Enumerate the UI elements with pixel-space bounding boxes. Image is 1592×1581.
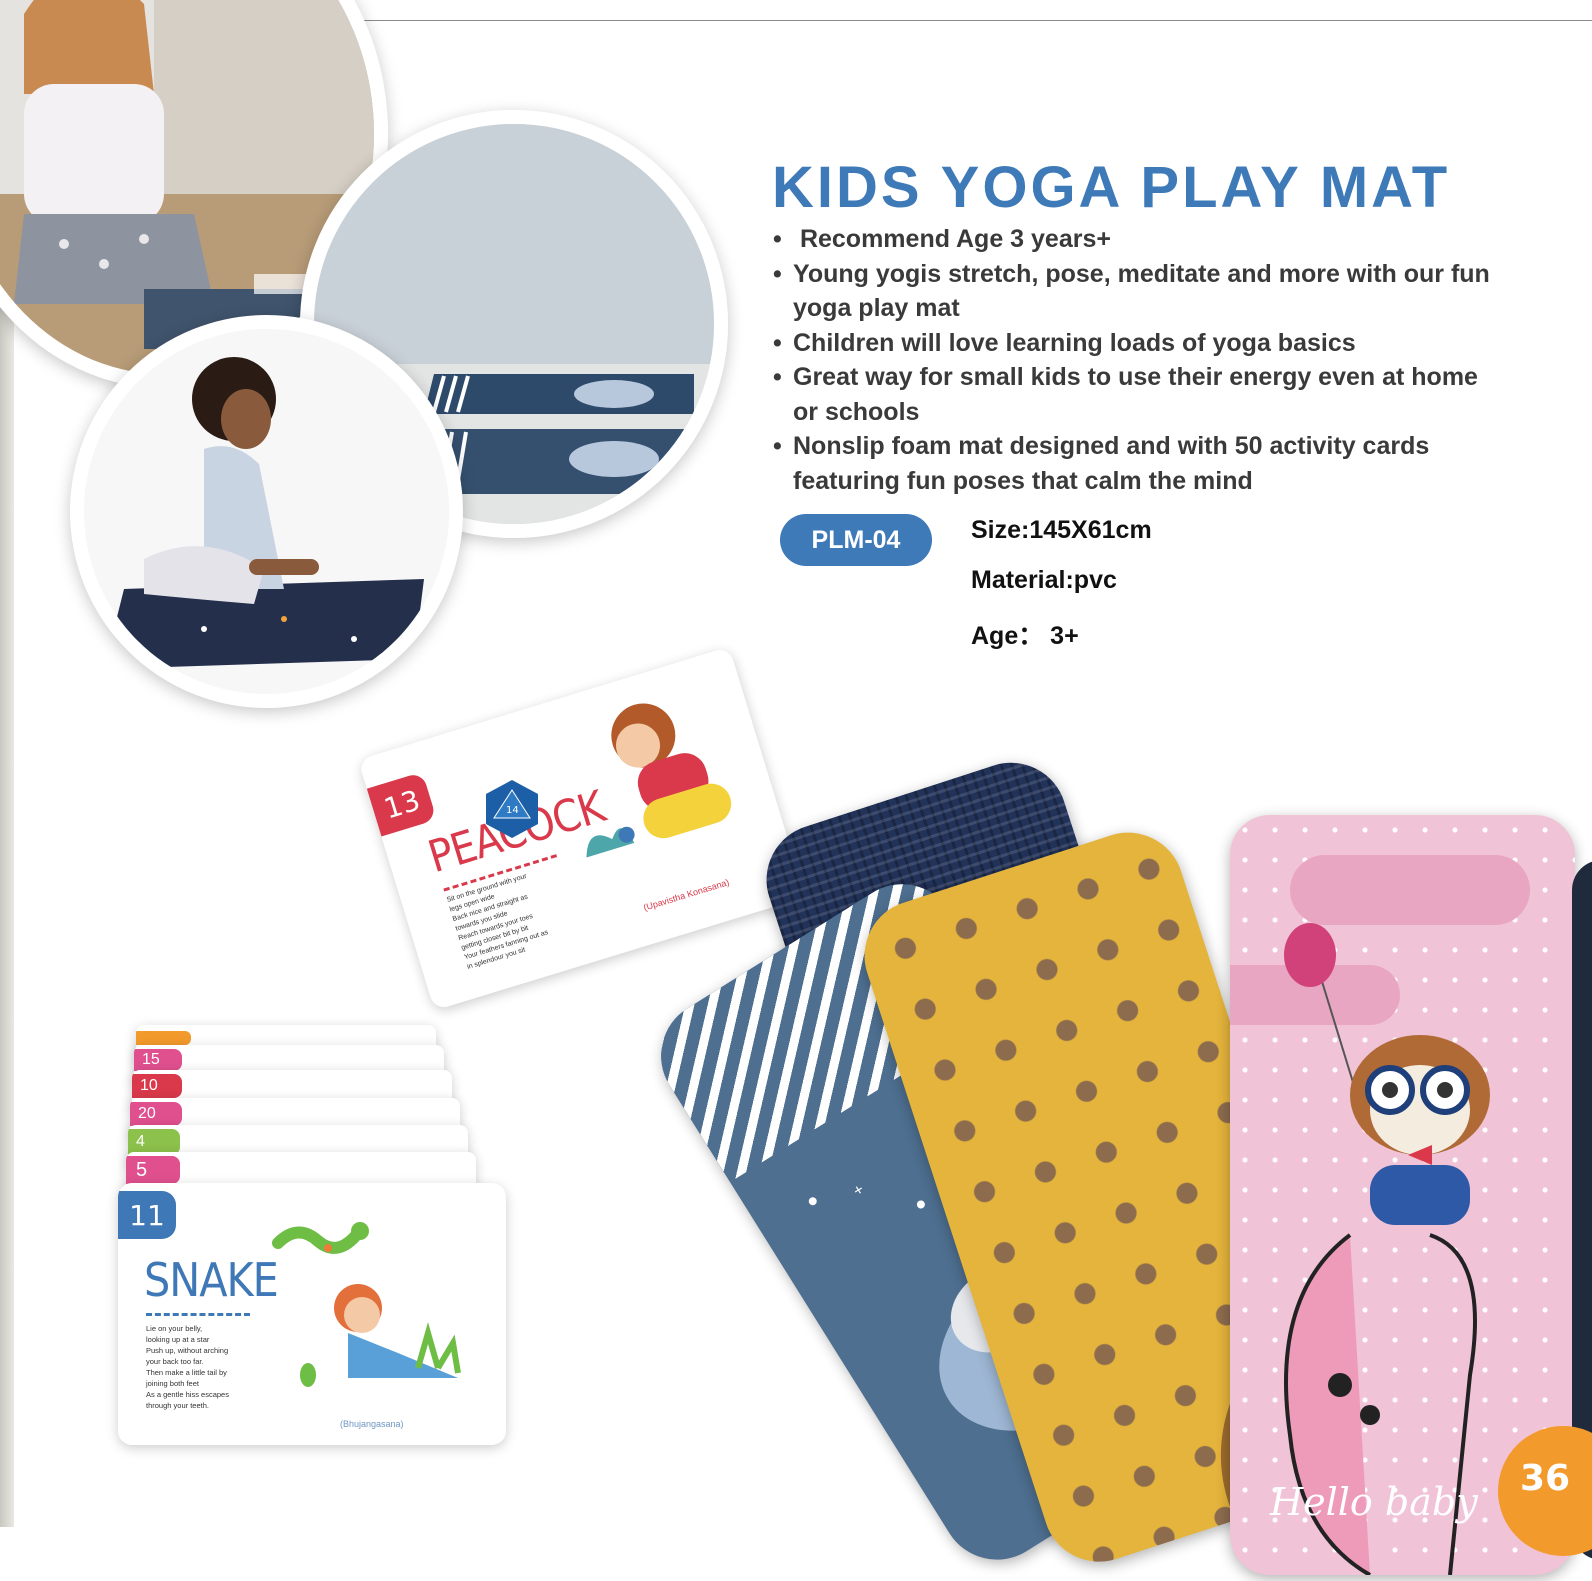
spec-size: Size:145X61cm [971, 516, 1152, 544]
stack-tab: 15 [134, 1049, 182, 1071]
card-snake: 11 SNAKE Lie on your belly, looking up a… [118, 1183, 506, 1445]
sanskrit-name: (Bhujangasana) [340, 1419, 404, 1429]
stack-tab: 10 [132, 1074, 182, 1098]
card-number-badge: 11 [118, 1191, 176, 1239]
feature-item-basics: Children will love learning loads of yog… [773, 326, 1493, 361]
svg-text:14: 14 [506, 805, 519, 816]
card-peacock: 13 PEACOCK Sit on the ground with your l… [358, 646, 806, 1011]
feature-list: Recommend Age 3 years+ Young yogis stret… [773, 222, 1493, 498]
d20-dice-icon: 14 [486, 780, 538, 838]
stack-tab: 5 [126, 1156, 180, 1184]
pose-name: SNAKE [144, 1253, 279, 1307]
feature-item-yogis: Young yogis stretch, pose, meditate and … [773, 257, 1493, 326]
spec-material: Material:pvc [971, 566, 1117, 594]
card-number-badge: 13 [366, 771, 437, 837]
stack-tab: 20 [130, 1102, 182, 1126]
feature-item-nonslip: Nonslip foam mat designed and with 50 ac… [773, 429, 1493, 498]
spec-age: Age： 3+ [971, 622, 1079, 650]
product-title: KIDS YOGA PLAY MAT [772, 155, 1451, 220]
feature-item-energy: Great way for small kids to use their en… [773, 360, 1493, 429]
svg-text:+: + [850, 1181, 867, 1200]
feature-item-age: Recommend Age 3 years+ [773, 222, 1493, 257]
page-number: 36 [1520, 1458, 1571, 1499]
mat-script-text: Hello baby [1269, 1480, 1478, 1524]
product-code-badge: PLM-04 [784, 518, 928, 562]
photo-child-cobra-pose [70, 315, 463, 708]
child-cobra-pose-illustration [84, 329, 449, 694]
pose-instructions: Lie on your belly, looking up at a star … [146, 1324, 229, 1410]
snake-pose-illustration [272, 1222, 461, 1387]
dashed-divider [146, 1313, 250, 1316]
